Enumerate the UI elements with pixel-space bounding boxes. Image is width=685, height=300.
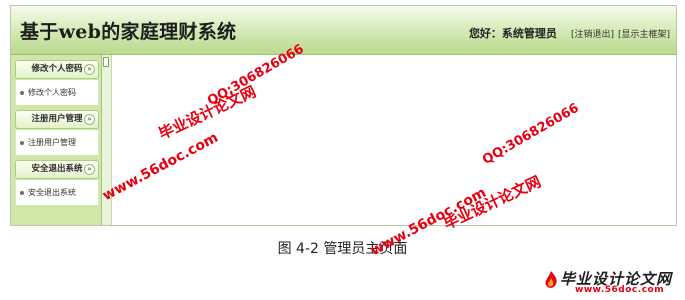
group-title: 安全退出系统 (31, 164, 83, 174)
bullet-icon (20, 90, 24, 95)
figure-caption: 图 4-2 管理员主页面 (277, 241, 408, 257)
sidebar-group-body: 安全退出系统 (15, 180, 99, 205)
sidebar-group-body: 注册用户管理 (15, 130, 99, 155)
collapse-icon[interactable]: » (84, 164, 95, 175)
sidebar-group-header[interactable]: 修改个人密码 » (15, 60, 99, 79)
splitter-handle[interactable] (103, 57, 109, 67)
sidebar: 修改个人密码 » 修改个人密码 注册用户管理 » 注册用户管理 安全退出系统 » (11, 55, 102, 225)
sidebar-group-body: 修改个人密码 (15, 80, 99, 105)
sidebar-item-user-management[interactable]: 注册用户管理 (28, 137, 76, 148)
group-title: 注册用户管理 (31, 114, 83, 124)
collapse-icon[interactable]: » (84, 64, 95, 75)
collapse-icon[interactable]: » (84, 114, 95, 125)
site-logo: 毕业设计论文网 www.56doc.com (542, 268, 682, 298)
sidebar-item-change-password[interactable]: 修改个人密码 (28, 87, 76, 98)
sidebar-group-header[interactable]: 注册用户管理 » (15, 110, 99, 129)
bullet-icon (20, 140, 24, 145)
group-title: 修改个人密码 (31, 64, 83, 74)
header-user-area: 您好：系统管理员 [注销退出] [显示主框架] (469, 25, 670, 41)
user-greeting: 您好：系统管理员 (468, 27, 557, 40)
sidebar-group-change-password: 修改个人密码 » 修改个人密码 (15, 60, 99, 105)
sidebar-group-logout: 安全退出系统 » 安全退出系统 (15, 160, 99, 205)
logout-link[interactable]: [注销退出] (571, 27, 614, 40)
logo-url: www.56doc.com (575, 285, 665, 295)
app-header: 基于web的家庭理财系统 您好：系统管理员 [注销退出] [显示主框架] (11, 6, 676, 55)
app-title: 基于web的家庭理财系统 (20, 21, 237, 43)
sidebar-item-logout[interactable]: 安全退出系统 (28, 187, 76, 198)
show-homepage-link[interactable]: [显示主框架] (618, 27, 670, 40)
sidebar-group-header[interactable]: 安全退出系统 » (15, 160, 99, 179)
sidebar-group-user-management: 注册用户管理 » 注册用户管理 (15, 110, 99, 155)
logo-flame-icon (545, 271, 557, 288)
bullet-icon (20, 190, 24, 195)
